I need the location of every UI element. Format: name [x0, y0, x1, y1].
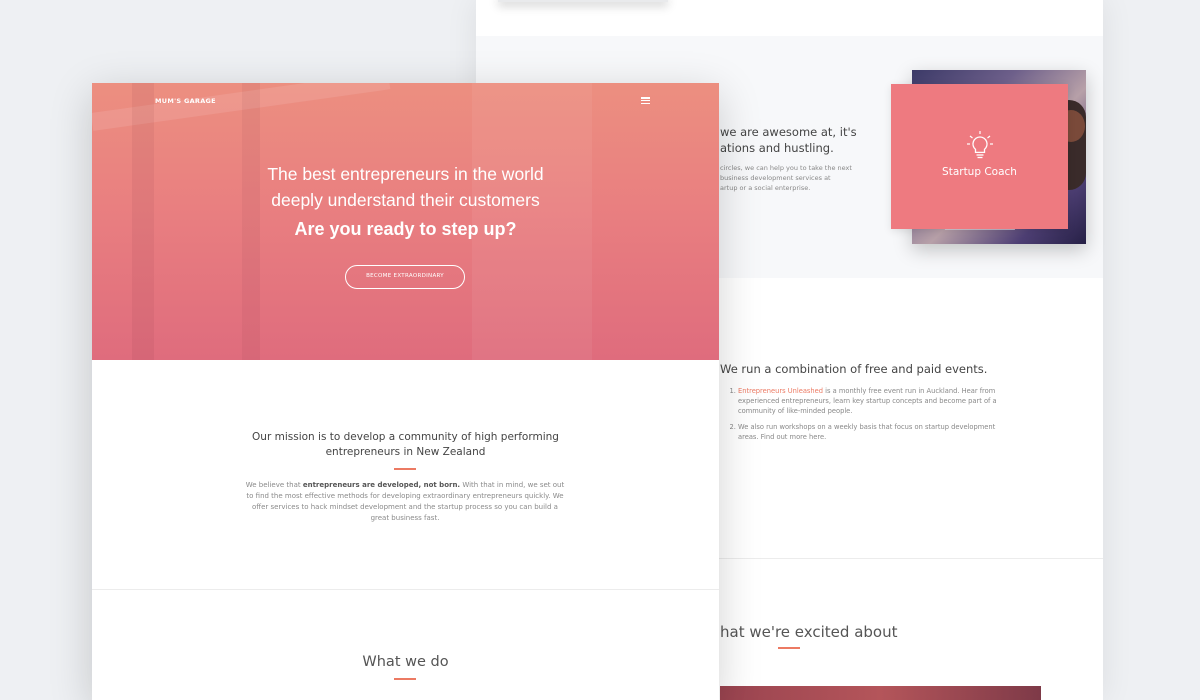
brand-logo[interactable]: MUM'S GARAGE: [155, 97, 216, 105]
mission-body-emphasis: entrepreneurs are developed, not born.: [302, 481, 461, 489]
mission-title: Our mission is to develop a community of…: [252, 431, 559, 458]
bottom-image: [720, 686, 1041, 700]
hero-subheadline: Are you ready to step up?: [294, 219, 517, 239]
mission-body: We believe that entrepreneurs are develo…: [245, 480, 565, 524]
services-text: circles, we can help you to take the nex…: [720, 164, 852, 192]
list-item-text: We also run workshops on a weekly basis …: [738, 423, 996, 441]
accent-underline: [394, 678, 416, 680]
lightbulb-icon: [967, 131, 993, 159]
startup-coach-card[interactable]: Startup Coach: [891, 84, 1068, 229]
section-divider: [92, 589, 719, 590]
startup-coach-label: Startup Coach: [942, 166, 1017, 178]
hero-headline-line1: The best entrepreneurs in the world: [267, 164, 544, 184]
events-list: Entrepreneurs Unleashed is a monthly fre…: [726, 386, 1010, 448]
list-item: We also run workshops on a weekly basis …: [738, 422, 1010, 442]
top-card-edge: [498, 0, 668, 2]
accent-underline: [394, 468, 416, 470]
become-extraordinary-button[interactable]: BECOME EXTRAORDINARY: [345, 265, 465, 289]
accent-underline: [778, 647, 800, 649]
hero-section: MUM'S GARAGE The best entrepreneurs in t…: [92, 83, 719, 360]
excited-heading: hat we're excited about: [720, 623, 898, 641]
list-item: Entrepreneurs Unleashed is a monthly fre…: [738, 386, 1010, 416]
mission-body-text: We believe that: [245, 481, 303, 489]
what-we-do-heading: What we do: [362, 654, 449, 670]
hamburger-menu-icon[interactable]: [641, 97, 650, 105]
hero-headline-line2: deeply understand their customers: [271, 190, 540, 210]
entrepreneurs-unleashed-link[interactable]: Entrepreneurs Unleashed: [738, 387, 823, 395]
front-page-mockup: MUM'S GARAGE The best entrepreneurs in t…: [92, 83, 719, 700]
services-heading: we are awesome at, it's ations and hustl…: [720, 125, 857, 155]
events-heading: We run a combination of free and paid ev…: [720, 362, 988, 376]
